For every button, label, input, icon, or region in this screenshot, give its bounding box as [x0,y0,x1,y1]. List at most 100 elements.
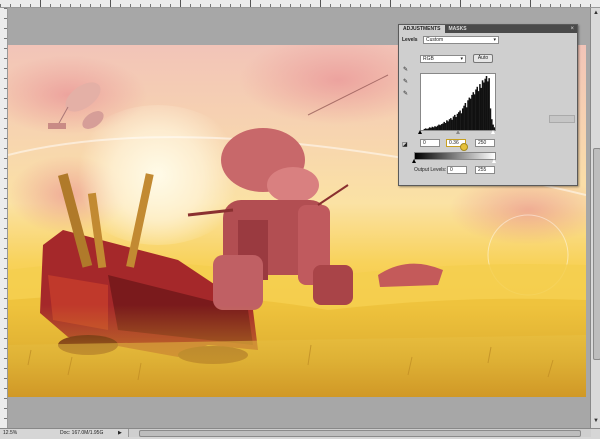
histogram-bar [447,121,449,130]
status-menu-icon[interactable]: ▶ [118,429,122,438]
channel-value: RGB [423,56,434,62]
output-black-slider[interactable] [412,159,416,163]
histogram-bar [471,94,473,130]
ruler-tick [250,0,251,7]
adjustments-panel[interactable]: ADJUSTMENTS MASKS × Levels Custom ▾ RGB … [398,24,578,186]
scroll-thumb[interactable] [593,148,600,360]
input-black-field[interactable]: 0 [420,139,440,147]
input-white-field[interactable]: 250 [475,139,495,147]
vertical-scrollbar[interactable]: ▲ ▼ [590,8,600,428]
histogram-bar [475,89,477,130]
histogram-bar [463,105,465,130]
histogram-bar [432,127,435,130]
vertical-ruler[interactable] [0,8,8,428]
histogram-bar [479,84,481,130]
histogram-bar [446,120,448,130]
histogram-bar [442,123,444,130]
histogram-bar [452,116,455,130]
histogram-bar [430,127,432,130]
histogram-bar [451,119,453,130]
histogram-bar [435,126,438,130]
histogram-bar [465,107,468,130]
histogram-bar [491,119,493,130]
preset-select[interactable]: Custom ▾ [423,36,499,44]
ruler-tick [320,0,321,7]
ruler-tick [460,0,461,7]
histogram-bar [443,121,445,130]
histogram-bar [469,98,472,130]
histogram-bar [485,76,488,130]
histogram-bar [476,86,479,130]
zoom-level[interactable]: 12.5% [3,429,17,438]
output-gradient [414,152,496,160]
histogram-bar [434,126,436,130]
chevron-down-icon: ▾ [460,56,463,62]
histogram-bar [483,82,485,130]
histogram-bar [436,125,439,130]
histogram-bar [448,119,451,130]
histogram-bar [450,118,452,130]
histogram-bar [467,100,469,130]
histogram-bar [473,94,476,130]
histogram-bar [423,128,426,130]
tab-adjustments[interactable]: ADJUSTMENTS [399,25,445,33]
ruler-tick [180,0,181,7]
histogram-bar [468,97,471,130]
channel-select[interactable]: RGB ▾ [420,55,466,63]
histogram-bar [431,126,434,130]
histogram-bar [454,114,456,130]
output-black-field[interactable]: 0 [447,166,467,174]
foreground-grass [8,305,586,397]
histogram-bar [444,122,447,130]
preset-value: Custom [426,37,444,43]
histogram-bar [489,108,492,130]
histogram-bar [458,112,460,130]
eyedropper-gray-icon[interactable]: ✎ [403,79,408,85]
histogram-bar [424,128,427,130]
eyedropper-black-icon[interactable]: ✎ [403,67,408,73]
black-point-slider[interactable] [418,130,422,134]
airship [48,82,104,129]
levels-title: Levels [402,37,418,43]
histogram-bar [440,124,443,130]
ruler-tick [390,0,391,7]
scroll-thumb[interactable] [139,430,581,437]
panel-close-icon[interactable]: × [570,25,574,33]
histogram-bar [484,78,486,130]
gamma-slider[interactable] [456,130,460,134]
histogram-bar [427,128,430,130]
histogram-bar [488,78,490,130]
white-point-slider[interactable] [491,130,495,134]
histogram-bar [439,125,442,130]
ruler-tick [40,0,41,7]
auto-button[interactable]: Auto [473,54,493,63]
horizontal-ruler[interactable] [0,0,600,8]
histogram-bar [438,124,440,130]
panel-footer-field [549,115,575,123]
cursor-icon [460,143,468,151]
output-white-field[interactable]: 255 [475,166,495,174]
histogram-bar [477,91,480,130]
histogram-bar [472,92,475,130]
scroll-up-icon[interactable]: ▲ [593,10,599,16]
ruler-tick [530,0,531,7]
eyedropper-white-icon[interactable]: ✎ [403,91,408,97]
histogram-bar [455,117,457,130]
histogram-bar [426,128,428,130]
clip-icon[interactable]: ◪ [402,142,408,148]
histogram-bar [464,103,467,130]
scroll-down-icon[interactable]: ▼ [593,418,599,424]
histogram-bar [456,113,459,130]
doc-size: Doc: 167.0M/1.95G [60,430,104,436]
histogram [420,73,496,131]
output-white-slider[interactable] [492,159,496,163]
histogram-bar [461,108,464,130]
histogram-bar [460,113,463,130]
horizontal-scrollbar[interactable] [128,429,591,437]
chevron-down-icon: ▾ [493,37,496,43]
histogram-bar [480,87,482,130]
tab-masks[interactable]: MASKS [445,25,471,33]
histogram-bar [481,80,484,130]
histogram-bar [428,127,431,130]
ruler-tick [110,0,111,7]
